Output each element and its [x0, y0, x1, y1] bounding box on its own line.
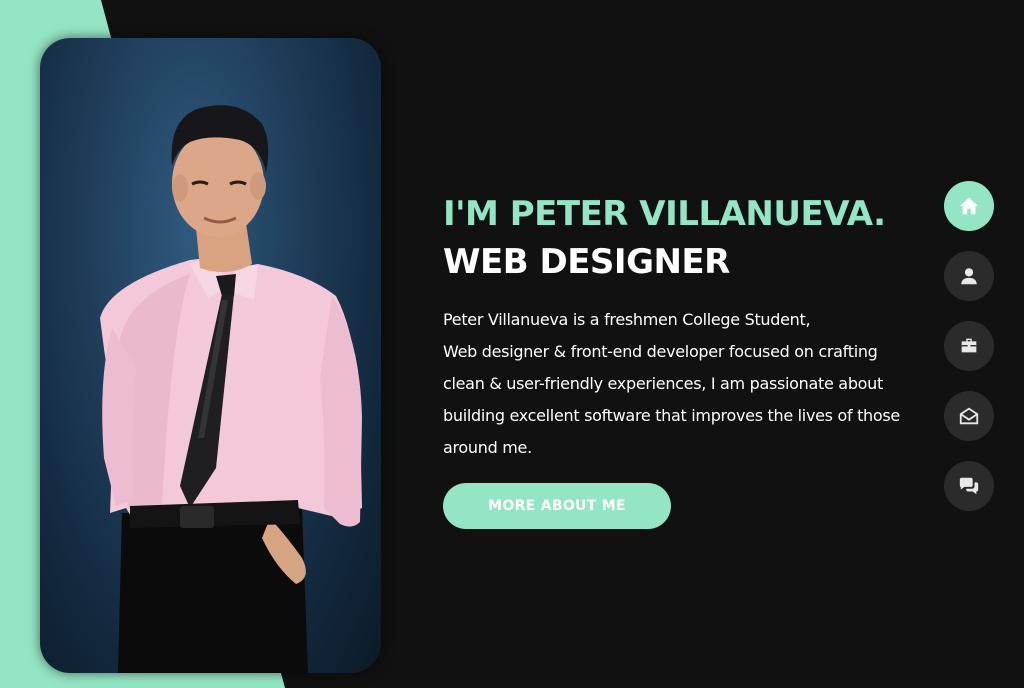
nav-blog-button[interactable]: [944, 461, 994, 511]
description-line: Web designer & front-end developer focus…: [443, 342, 878, 361]
hero-heading: I'M PETER VILLANUEVA. WEB DESIGNER: [443, 190, 913, 286]
description-line: clean & user-friendly experiences, I am …: [443, 374, 883, 393]
hero-description: Peter Villanueva is a freshmen College S…: [443, 304, 913, 464]
hero-greeting: I'M PETER VILLANUEVA.: [443, 194, 886, 234]
briefcase-icon: [961, 338, 977, 353]
portrait-illustration: [100, 105, 362, 673]
nav-portfolio-button[interactable]: [944, 321, 994, 371]
nav-home-button[interactable]: [944, 181, 994, 231]
home-icon: [959, 197, 979, 215]
hero-section: I'M PETER VILLANUEVA. WEB DESIGNER Peter…: [443, 190, 913, 464]
hero-role: WEB DESIGNER: [443, 242, 730, 282]
more-about-me-button[interactable]: MORE ABOUT ME: [443, 483, 671, 529]
envelope-open-icon: [959, 407, 979, 425]
comments-icon: [959, 477, 979, 495]
nav-contact-button[interactable]: [944, 391, 994, 441]
side-nav: [944, 181, 994, 531]
description-line: building excellent software that improve…: [443, 406, 900, 425]
description-line: around me.: [443, 438, 532, 457]
user-icon: [961, 268, 977, 285]
profile-photo: [40, 38, 381, 673]
nav-about-button[interactable]: [944, 251, 994, 301]
description-line: Peter Villanueva is a freshmen College S…: [443, 310, 811, 329]
